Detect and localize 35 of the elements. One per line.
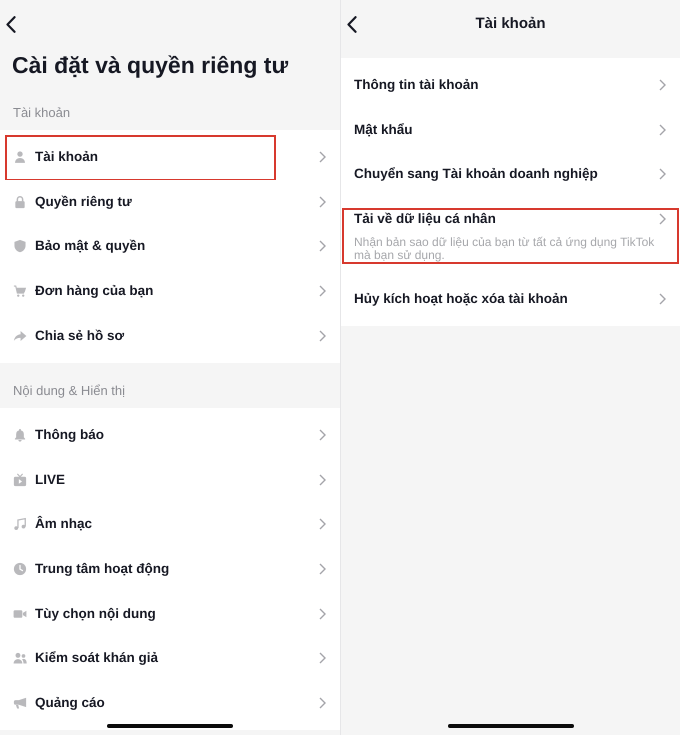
shield-icon <box>13 239 27 254</box>
people-icon <box>13 651 27 666</box>
chevron-right-icon <box>319 563 326 576</box>
chevron-right-icon <box>659 79 666 92</box>
chevron-right-icon <box>659 168 666 180</box>
chevron-right-icon <box>319 285 326 298</box>
back-icon[interactable] <box>347 16 357 32</box>
person-icon <box>13 150 27 164</box>
chevron-right-icon <box>319 240 326 252</box>
screen-title: Tài khoản <box>474 14 546 34</box>
megaphone-icon <box>13 696 27 710</box>
share-arrow-icon <box>13 328 27 343</box>
chevron-right-icon <box>319 518 326 530</box>
chevron-right-icon <box>319 196 326 208</box>
chevron-right-icon <box>319 696 326 709</box>
section-header: Tài khoản <box>13 105 70 120</box>
chevron-right-icon <box>319 608 326 620</box>
back-icon[interactable] <box>6 16 16 32</box>
lock-icon <box>13 194 27 209</box>
cart-icon <box>13 284 27 298</box>
chevron-right-icon <box>659 124 666 136</box>
chevron-right-icon <box>319 151 326 164</box>
chevron-right-icon <box>319 429 326 442</box>
chevron-right-icon <box>659 293 666 306</box>
page-title: Cài đặt và quyền riêng tư <box>11 51 290 80</box>
clock-icon <box>13 562 27 576</box>
section-header: Nội dung & Hiển thị <box>13 382 126 398</box>
chevron-right-icon <box>319 474 326 486</box>
item-description: Nhận bản sao dữ liệu của bạn từ tất cả ứng dụng TikTok mà bạn sử dụng. <box>354 236 656 263</box>
bell-icon <box>13 428 27 442</box>
tv-icon <box>13 472 27 487</box>
chevron-right-icon <box>319 652 326 664</box>
chevron-right-icon <box>319 330 326 342</box>
music-note-icon <box>13 517 27 532</box>
chevron-right-icon <box>659 212 666 225</box>
